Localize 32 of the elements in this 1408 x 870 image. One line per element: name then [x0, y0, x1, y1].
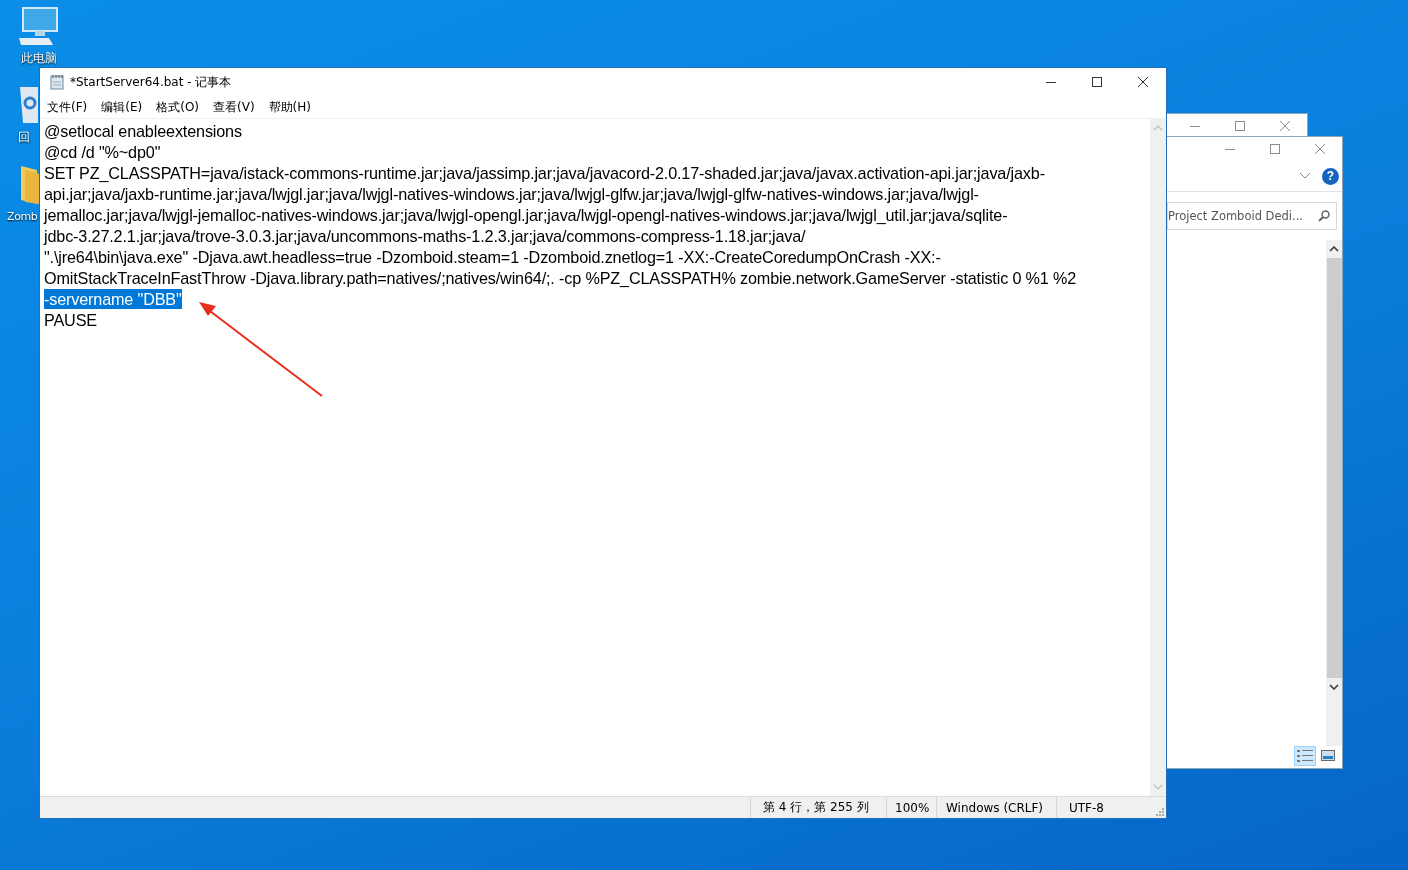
menu-item[interactable]: 编辑(E) — [101, 97, 143, 117]
text-line: SET PZ_CLASSPATH=java/istack-commons-runtime.jar;java/jassimp.jar;java/javacord-2.0.17-shaded.jar;java/javax.activation-api.jar;java/jaxb- — [44, 162, 1045, 183]
scrollbar-thumb[interactable] — [1326, 258, 1342, 678]
text-line: OmitStackTraceInFastThrow -Djava.library.path=natives/;natives/win64/;. -cp %PZ_CLASSPATH% zombie.network.GameServer -statistic 0 %1 %2 — [44, 267, 1077, 288]
text-line: PAUSE — [44, 309, 97, 330]
help-button[interactable]: ? — [1322, 167, 1339, 185]
computer-icon[interactable] — [17, 6, 61, 46]
resize-grip-icon[interactable] — [1156, 808, 1166, 818]
menu-item[interactable]: 帮助(H) — [268, 97, 311, 117]
text-line: @setlocal enableextensions — [44, 120, 242, 141]
text-line: api.jar;java/jaxb-runtime.jar;java/lwjgl.jar;java/lwjgl-natives-windows.jar;java/lwjgl-glfw.jar;java/lwjgl-glfw-natives-windows.jar;java/lwjgl- — [44, 183, 979, 204]
notepad-icon — [50, 74, 64, 90]
status-text: 第 4 行，第 255 列 — [750, 797, 886, 818]
search-icon[interactable] — [1318, 210, 1330, 222]
text-line: @cd /d "%~dp0" — [44, 141, 161, 162]
status-text: 100% — [886, 797, 936, 818]
recycle-bin-icon[interactable] — [18, 85, 38, 125]
search-field[interactable]: Project Zomboid Dedi... — [1167, 202, 1337, 230]
menu-item[interactable]: 查看(V) — [213, 97, 255, 117]
menu-item[interactable]: 格式(O) — [156, 97, 200, 117]
window-title: *StartServer64.bat - 记事本 — [70, 73, 233, 91]
desktop-icon-label[interactable]: Zomb — [7, 210, 38, 223]
status-text: UTF-8 — [1056, 797, 1156, 818]
menu-item[interactable]: 文件(F) — [47, 97, 88, 117]
text-line: ".\jre64\bin\java.exe" -Djava.awt.headless=true -Dzomboid.steam=1 -Dzomboid.znetlog=1 -XX:-CreateCoredumpOnCrash -XX:- — [44, 246, 941, 267]
selected-text: -servername "DBB" — [44, 288, 182, 309]
chevron-down-icon[interactable] — [1300, 173, 1310, 179]
status-text: Windows (CRLF) — [936, 797, 1056, 818]
text-line: jemalloc.jar;java/lwjgl-jemalloc-natives-windows.jar;java/lwjgl-opengl.jar;java/lwjgl-opengl-natives-windows.jar;java/lwjgl_util.jar;java/sqlite- — [44, 204, 1008, 225]
text-line: jdbc-3.27.2.1.jar;java/trove-3.0.3.jar;java/uncommons-maths-1.2.3.jar;java/commons-compress-1.18.jar;java/ — [44, 225, 806, 246]
details-view-icon[interactable] — [1294, 746, 1316, 766]
folder-icon[interactable] — [21, 164, 40, 206]
